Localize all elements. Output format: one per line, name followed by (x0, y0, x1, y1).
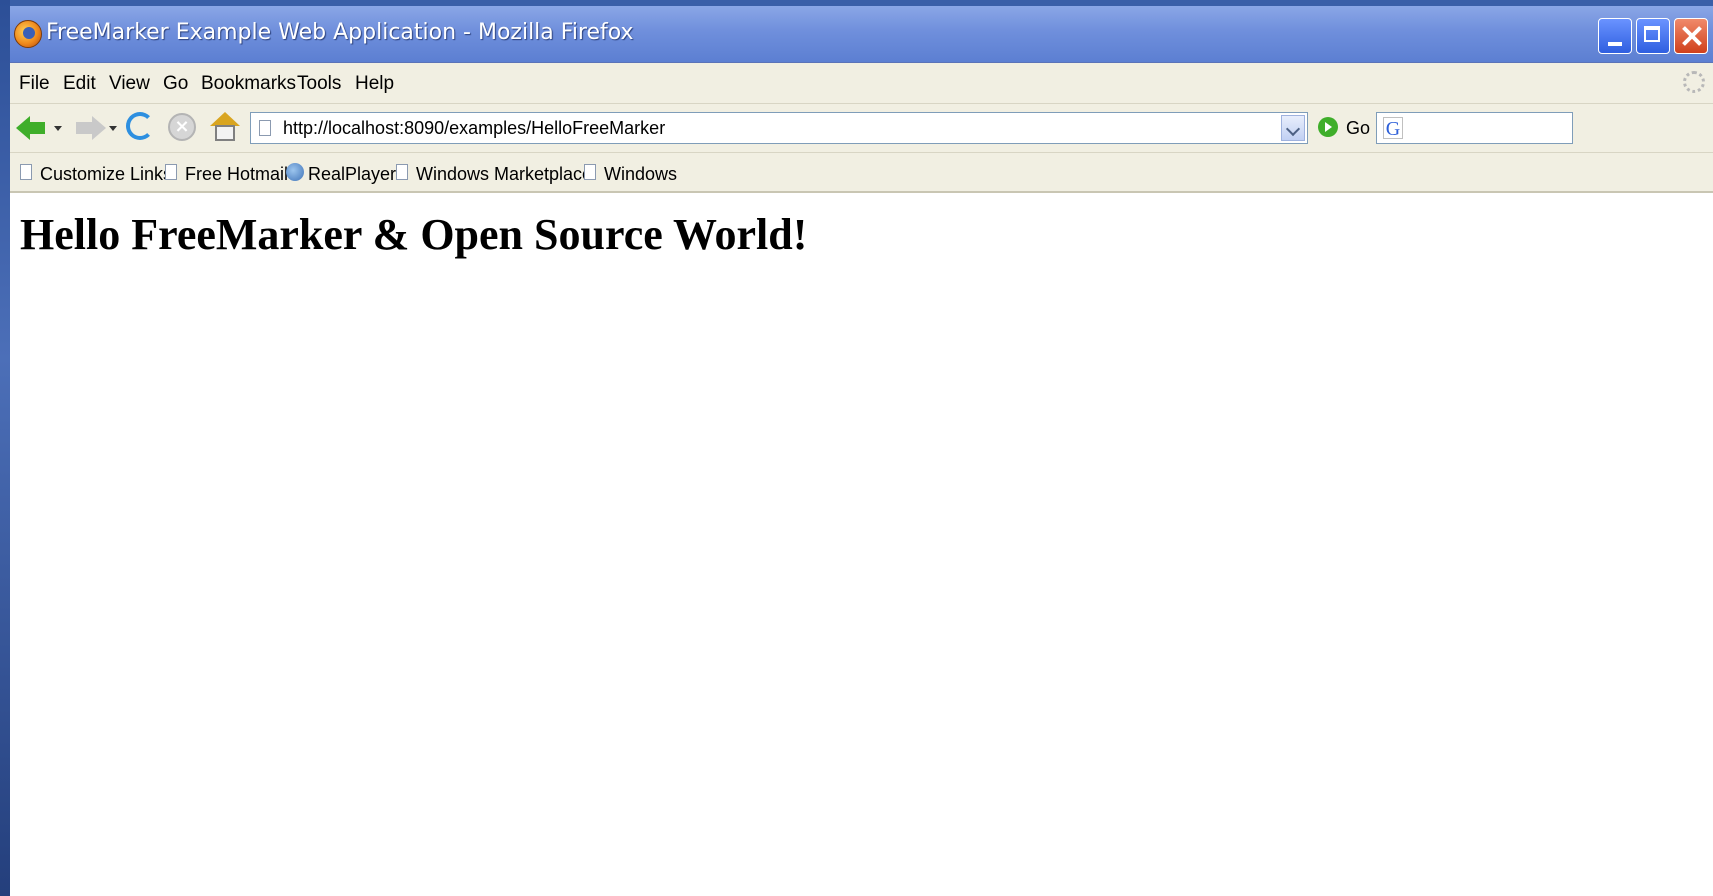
menu-view[interactable]: View (109, 73, 150, 95)
menu-bar: File Edit View Go Bookmarks Tools Help (10, 63, 1713, 104)
stop-button[interactable]: × (166, 110, 200, 144)
menu-file[interactable]: File (19, 73, 50, 95)
page-icon (396, 164, 408, 180)
page-heading: Hello FreeMarker & Open Source World! (20, 210, 808, 259)
home-icon (210, 112, 240, 142)
home-button[interactable] (208, 110, 242, 144)
go-button[interactable]: Go (1346, 118, 1370, 139)
link-label: Windows Marketplace (416, 164, 593, 184)
menu-help[interactable]: Help (355, 73, 394, 95)
link-free-hotmail[interactable]: Free Hotmail (163, 161, 288, 185)
link-windows[interactable]: Windows (582, 161, 682, 185)
window-title: FreeMarker Example Web Application - Moz… (46, 20, 634, 45)
page-icon (584, 164, 596, 180)
close-button[interactable] (1674, 18, 1708, 54)
forward-history-dropdown-icon[interactable] (109, 126, 117, 131)
realplayer-icon (286, 163, 304, 181)
link-customize-links[interactable]: Customize Links (18, 161, 172, 185)
reload-button[interactable] (126, 110, 160, 144)
back-arrow-tail (29, 122, 45, 134)
page-icon (259, 120, 271, 136)
browser-window: FreeMarker Example Web Application - Moz… (10, 6, 1713, 896)
link-label: Customize Links (40, 164, 173, 184)
link-realplayer[interactable]: RealPlayer (286, 161, 396, 185)
forward-button[interactable] (72, 110, 106, 144)
menu-go[interactable]: Go (163, 73, 188, 95)
menu-bookmarks[interactable]: Bookmarks (201, 73, 296, 95)
url-text[interactable]: http://localhost:8090/examples/HelloFree… (283, 118, 665, 139)
forward-arrow-icon (92, 116, 106, 140)
menu-edit[interactable]: Edit (63, 73, 96, 95)
back-history-dropdown-icon[interactable] (54, 126, 62, 131)
link-label: Free Hotmail (185, 164, 289, 184)
link-label: Windows (604, 164, 678, 184)
go-icon[interactable] (1318, 117, 1338, 137)
link-windows-marketplace[interactable]: Windows Marketplace (394, 161, 592, 185)
navigation-toolbar: × http://localhost:8090/examples/HelloFr… (10, 104, 1713, 153)
page-icon (165, 164, 177, 180)
minimize-button[interactable] (1598, 18, 1632, 54)
home-body (215, 125, 235, 141)
reload-icon (126, 112, 154, 140)
back-arrow-icon (16, 116, 30, 140)
stop-icon: × (168, 113, 196, 141)
page-icon (20, 164, 32, 180)
page-content: Hello FreeMarker & Open Source World! (10, 193, 1713, 896)
firefox-icon (14, 20, 42, 48)
back-button[interactable] (16, 110, 50, 144)
throbber-icon (1683, 71, 1705, 93)
desktop-background (0, 0, 10, 896)
address-bar[interactable]: http://localhost:8090/examples/HelloFree… (250, 112, 1308, 144)
google-icon[interactable]: G (1383, 117, 1403, 140)
menu-tools[interactable]: Tools (297, 73, 341, 95)
link-label: RealPlayer (308, 164, 397, 184)
title-bar: FreeMarker Example Web Application - Moz… (10, 6, 1713, 63)
forward-arrow-tail (76, 122, 92, 134)
links-toolbar: Customize Links Free Hotmail RealPlayer … (10, 153, 1713, 193)
url-history-dropdown-icon[interactable] (1281, 115, 1305, 141)
search-box[interactable]: G (1376, 112, 1573, 144)
maximize-button[interactable] (1636, 18, 1670, 54)
home-roof (210, 112, 240, 126)
